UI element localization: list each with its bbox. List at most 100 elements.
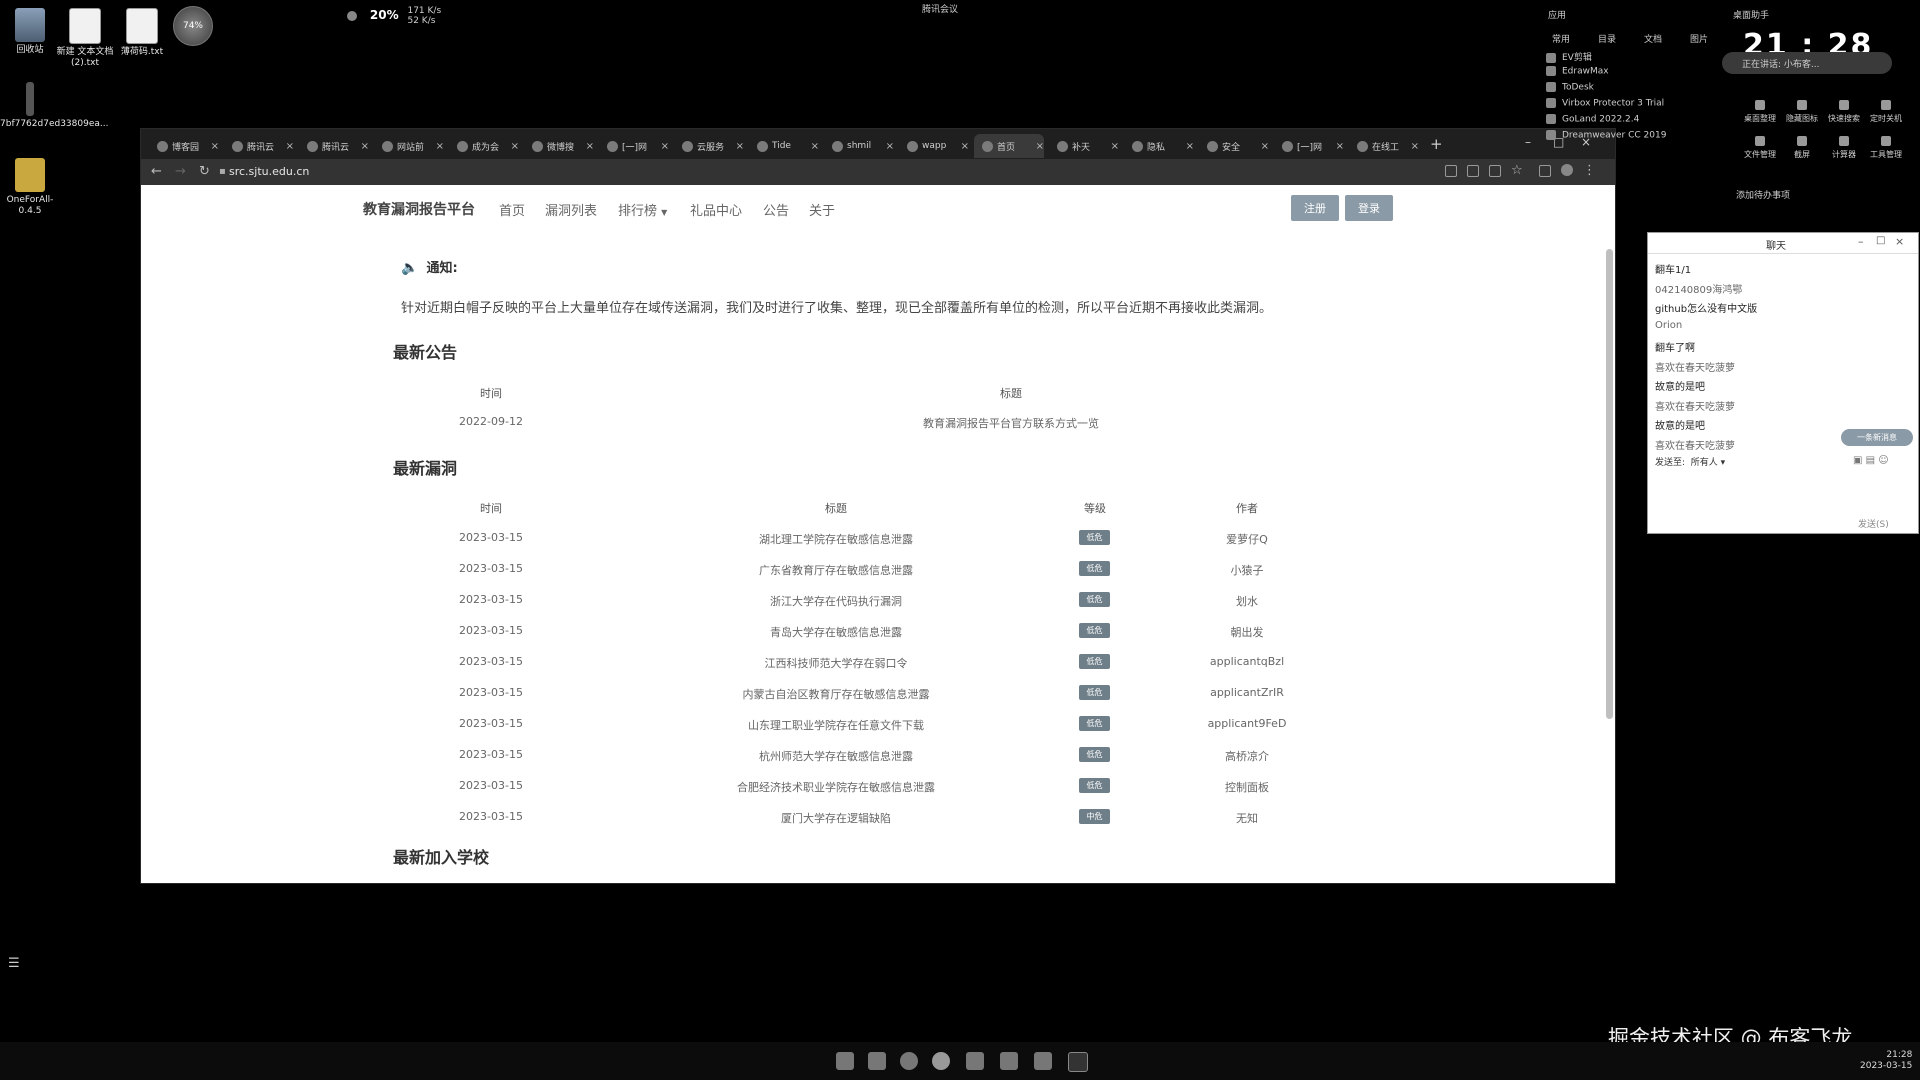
desktop-icon-file[interactable]: 7bf7762d7ed33809ea... (0, 82, 108, 130)
taskbar-app-icon[interactable] (868, 1052, 886, 1070)
assistant-tool[interactable]: 定时关机 (1866, 100, 1906, 124)
browser-tab[interactable]: 补天 × (1049, 134, 1119, 158)
nav-about[interactable]: 关于 (809, 200, 835, 219)
tab-close-icon[interactable]: × (1111, 141, 1119, 152)
apps-tab[interactable]: 常用 (1552, 32, 1570, 45)
desktop-icon-folder[interactable]: OneForAll-0.4.5 (0, 158, 60, 217)
assistant-tool[interactable]: 隐藏图标 (1782, 100, 1822, 124)
site-brand[interactable]: 教育漏洞报告平台 (363, 199, 475, 219)
app-shortcut[interactable]: Dreamweaver CC 2019 (1546, 130, 1666, 141)
browser-tab[interactable]: 在线工 × (1349, 134, 1419, 158)
assistant-tool[interactable]: 计算器 (1824, 136, 1864, 160)
send-to[interactable]: 发送至: 所有人 ▾ (1655, 455, 1725, 468)
app-shortcut[interactable]: GoLand 2022.2.4 (1546, 114, 1639, 125)
nav-gifts[interactable]: 礼品中心 (690, 200, 742, 219)
tab-close-icon[interactable]: × (211, 141, 219, 152)
login-button[interactable]: 登录 (1345, 195, 1393, 221)
tab-close-icon[interactable]: × (961, 141, 969, 152)
ann-title-link[interactable]: 教育漏洞报告平台官方联系方式一览 (861, 415, 1161, 431)
assistant-tool[interactable]: 文件管理 (1740, 136, 1780, 160)
back-icon[interactable]: ← (151, 164, 162, 179)
vuln-author[interactable]: 高桥凉介 (1187, 748, 1307, 764)
star-icon[interactable]: ☆ (1511, 163, 1523, 178)
tab-close-icon[interactable]: × (1336, 141, 1344, 152)
vuln-title-link[interactable]: 合肥经济技术职业学院存在敏感信息泄露 (686, 779, 986, 795)
browser-tab[interactable]: 隐私 × (1124, 134, 1194, 158)
taskbar-app-icon[interactable] (1000, 1052, 1018, 1070)
apps-tab[interactable]: 目录 (1598, 32, 1616, 45)
vuln-author[interactable]: 朝出发 (1187, 624, 1307, 640)
sidebar-icon[interactable] (1539, 165, 1551, 177)
assistant-tool[interactable]: 桌面整理 (1740, 100, 1780, 124)
register-button[interactable]: 注册 (1291, 195, 1339, 221)
menu-icon[interactable]: ⋮ (1583, 163, 1596, 178)
minimize-window-icon[interactable]: – (1525, 135, 1531, 149)
app-shortcut[interactable]: EV剪辑 (1546, 50, 1592, 63)
browser-tab[interactable]: 成为会 × (449, 134, 519, 158)
minimize-icon[interactable]: – (1858, 235, 1864, 248)
taskbar-app-icon[interactable] (900, 1052, 918, 1070)
nav-vuln-list[interactable]: 漏洞列表 (545, 200, 597, 219)
close-icon[interactable]: × (1895, 235, 1904, 248)
browser-tab[interactable]: 腾讯云 × (224, 134, 294, 158)
page-scrollbar[interactable] (1605, 245, 1613, 865)
vuln-author[interactable]: 无知 (1187, 810, 1307, 826)
vuln-author[interactable]: 划水 (1187, 593, 1307, 609)
nav-ranking[interactable]: 排行榜 ▼ (618, 200, 667, 219)
assistant-tool[interactable]: 截屏 (1782, 136, 1822, 160)
taskbar-app-icon[interactable] (1034, 1052, 1052, 1070)
browser-tab[interactable]: Tide × (749, 134, 819, 158)
url-field[interactable]: src.sjtu.edu.cn (229, 165, 309, 178)
vuln-title-link[interactable]: 广东省教育厅存在敏感信息泄露 (686, 562, 986, 578)
desktop-icon-text-file-2[interactable]: 薄荷码.txt (112, 8, 172, 58)
tab-close-icon[interactable]: × (661, 141, 669, 152)
vuln-title-link[interactable]: 江西科技师范大学存在弱口令 (686, 655, 986, 671)
browser-tab[interactable]: 网站前 × (374, 134, 444, 158)
vuln-author[interactable]: 小猿子 (1187, 562, 1307, 578)
send-button[interactable]: 发送(S) (1858, 517, 1889, 530)
extension-icon[interactable] (1467, 165, 1479, 177)
tab-close-icon[interactable]: × (511, 141, 519, 152)
apps-tab[interactable]: 图片 (1690, 32, 1708, 45)
add-todo[interactable]: 添加待办事项 (1736, 188, 1790, 201)
tab-close-icon[interactable]: × (1036, 141, 1044, 152)
app-shortcut[interactable]: Virbox Protector 3 Trial (1546, 98, 1664, 109)
nav-home[interactable]: 首页 (499, 200, 525, 219)
zoom-icon[interactable] (1445, 165, 1457, 177)
tab-close-icon[interactable]: × (811, 141, 819, 152)
profile-icon[interactable] (1561, 164, 1573, 176)
app-shortcut[interactable]: EdrawMax (1546, 66, 1609, 77)
vuln-author[interactable]: 爱萝仔Q (1187, 531, 1307, 547)
browser-tab[interactable]: wapp × (899, 134, 969, 158)
new-message-pill[interactable]: 一条新消息 (1841, 429, 1913, 446)
reload-icon[interactable]: ↻ (199, 164, 210, 179)
vuln-author[interactable]: applicantZrIR (1187, 686, 1307, 699)
taskbar-app-icon[interactable] (836, 1052, 854, 1070)
desktop-icon-text-file[interactable]: 新建 文本文档 (2).txt (55, 8, 115, 69)
tab-close-icon[interactable]: × (586, 141, 594, 152)
vuln-title-link[interactable]: 山东理工职业学院存在任意文件下载 (686, 717, 986, 733)
desktop-icon-recycle-bin[interactable]: 回收站 (0, 8, 60, 56)
avatar[interactable]: 74% (173, 6, 213, 46)
browser-tab[interactable]: 云服务 × (674, 134, 744, 158)
app-shortcut[interactable]: ToDesk (1546, 82, 1594, 93)
vuln-author[interactable]: applicantqBzl (1187, 655, 1307, 668)
vuln-title-link[interactable]: 青岛大学存在敏感信息泄露 (686, 624, 986, 640)
vuln-author[interactable]: 控制面板 (1187, 779, 1307, 795)
maximize-icon[interactable]: □ (1876, 235, 1885, 246)
new-tab-icon[interactable]: + (1430, 135, 1443, 153)
vuln-title-link[interactable]: 杭州师范大学存在敏感信息泄露 (686, 748, 986, 764)
tab-close-icon[interactable]: × (361, 141, 369, 152)
tab-close-icon[interactable]: × (436, 141, 444, 152)
tab-close-icon[interactable]: × (286, 141, 294, 152)
browser-tab[interactable]: 腾讯云 × (299, 134, 369, 158)
vuln-title-link[interactable]: 浙江大学存在代码执行漏洞 (686, 593, 986, 609)
scrollbar-thumb[interactable] (1606, 249, 1613, 719)
terminal-icon[interactable] (1068, 1052, 1088, 1072)
tab-close-icon[interactable]: × (886, 141, 894, 152)
tab-close-icon[interactable]: × (1411, 141, 1419, 152)
taskbar-app-icon[interactable] (966, 1052, 984, 1070)
vuln-title-link[interactable]: 内蒙古自治区教育厅存在敏感信息泄露 (686, 686, 986, 702)
meeting-indicator[interactable]: 腾讯会议 (922, 2, 958, 15)
list-icon[interactable]: ☰ (8, 956, 20, 971)
